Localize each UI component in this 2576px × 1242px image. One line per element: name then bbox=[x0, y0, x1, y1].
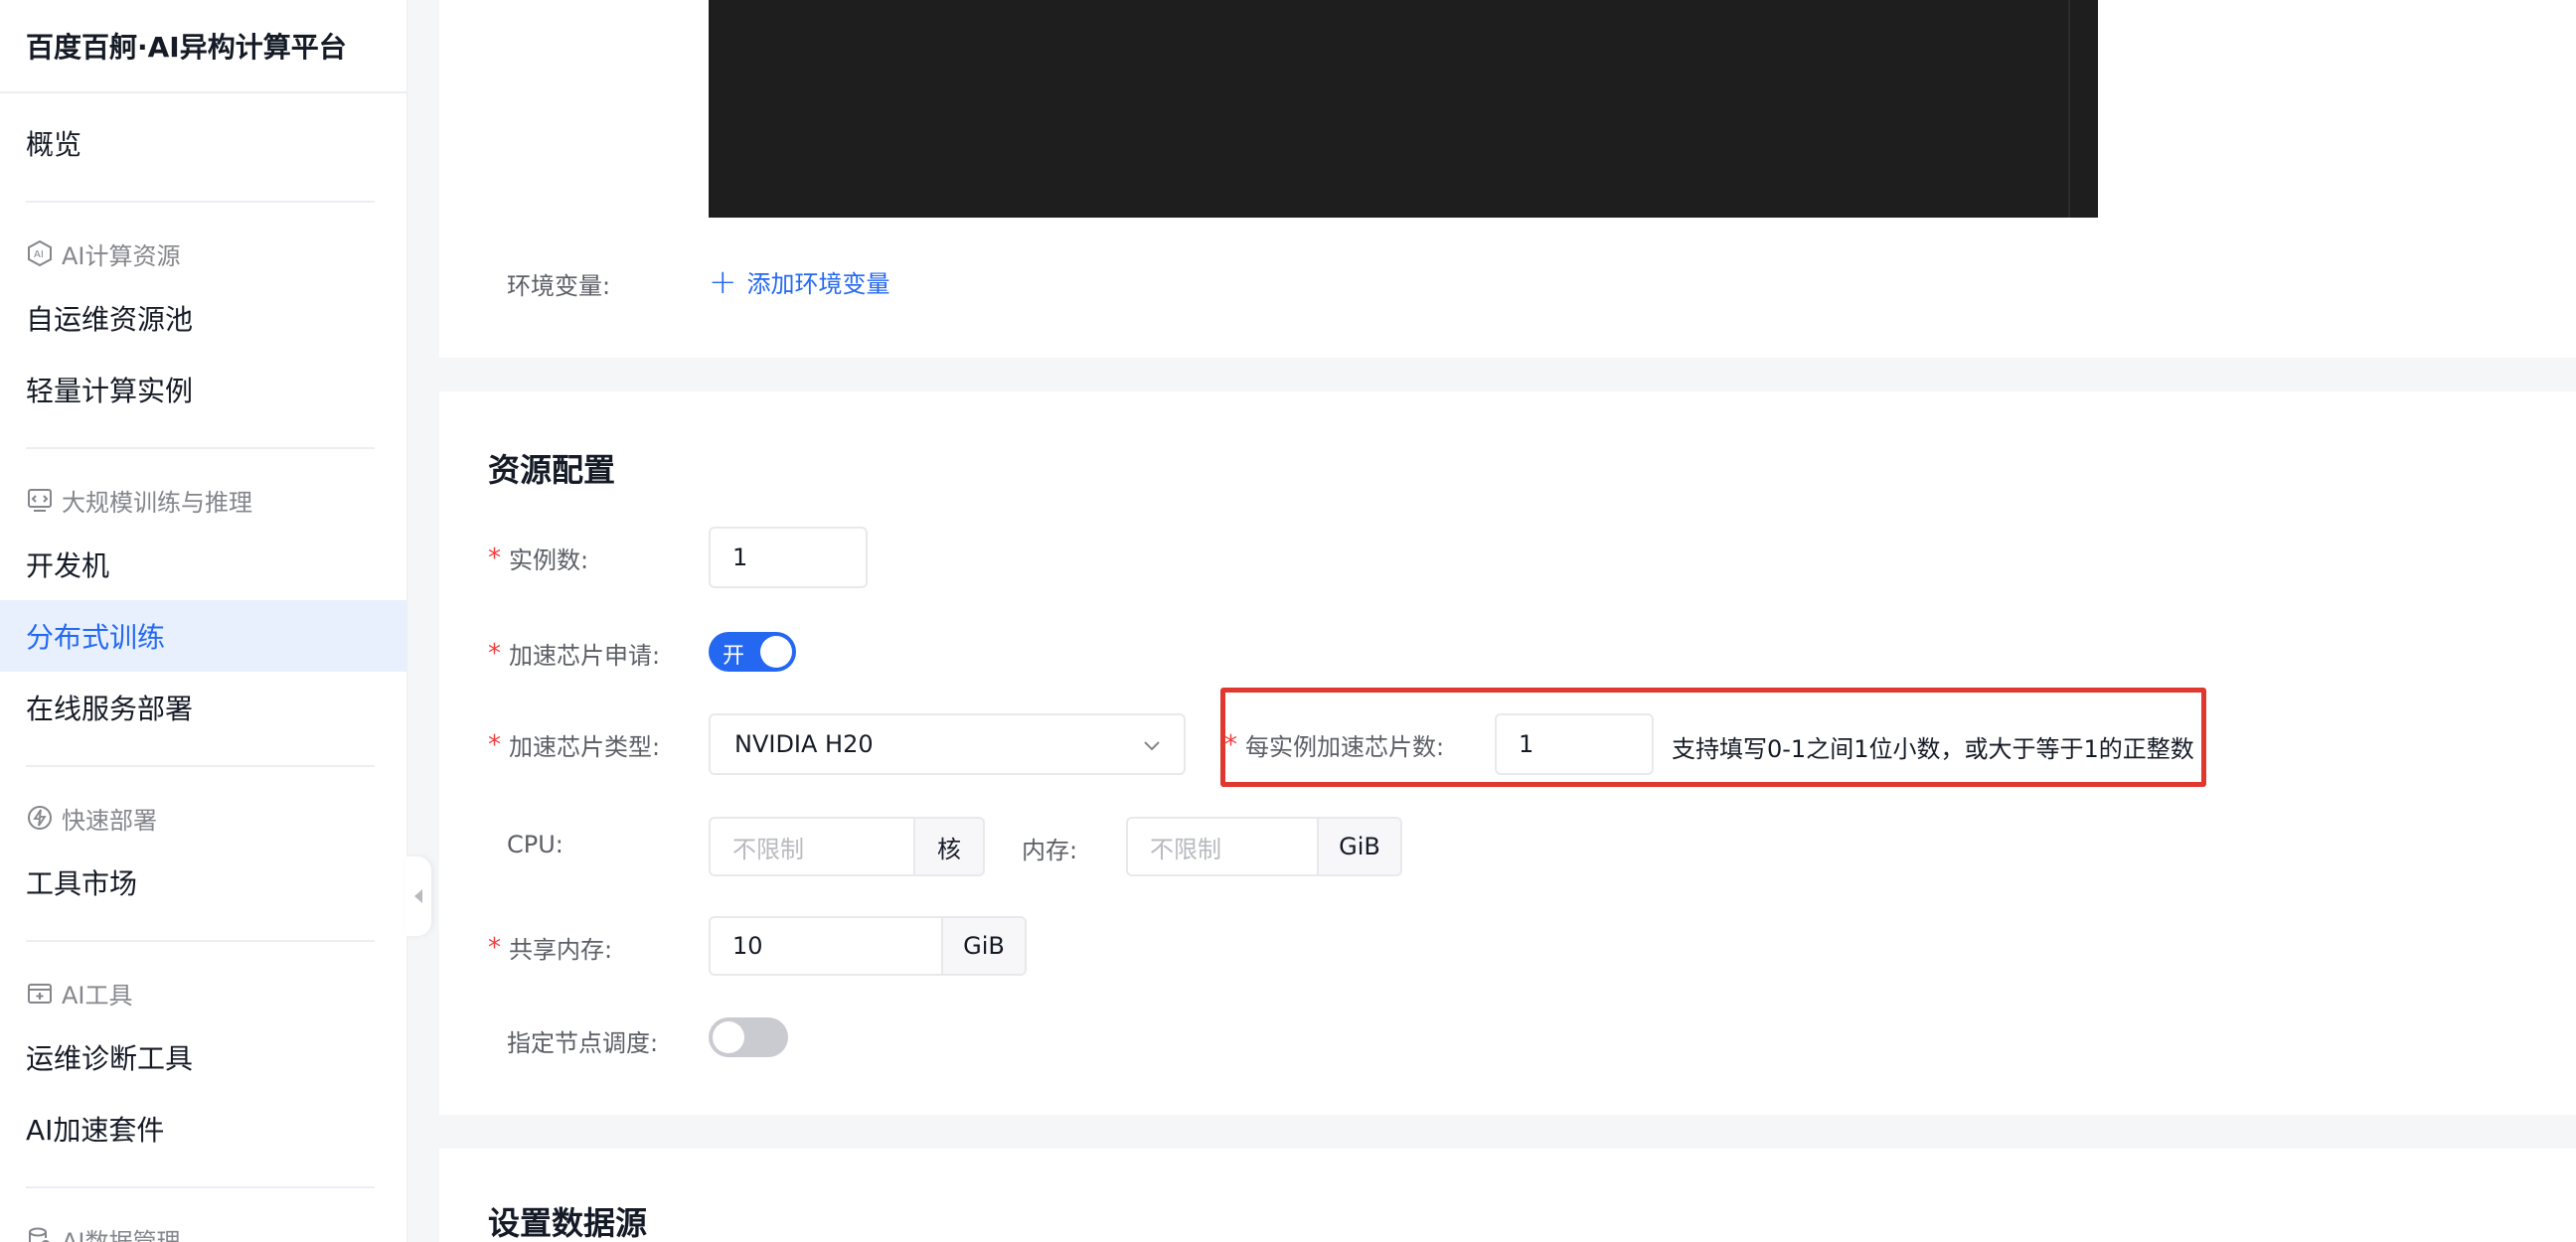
sidebar-item-online-service[interactable]: 在线服务部署 bbox=[0, 672, 406, 743]
cpu-input[interactable]: 不限制 bbox=[709, 817, 915, 876]
required-mark: * bbox=[488, 729, 501, 760]
lightning-icon bbox=[28, 806, 52, 830]
node-sched-label: 指定节点调度: bbox=[507, 1029, 659, 1057]
chip-request-switch[interactable]: 开 bbox=[709, 632, 796, 672]
editor-scrollbar[interactable] bbox=[2068, 0, 2070, 218]
add-env-var-link[interactable]: + 添加环境变量 bbox=[709, 264, 890, 299]
switch-on-text: 开 bbox=[723, 644, 745, 669]
database-gear-icon bbox=[29, 1227, 50, 1242]
add-env-var-text: 添加环境变量 bbox=[746, 270, 890, 298]
sidebar-divider bbox=[26, 940, 375, 942]
resource-config-card: 资源配置 * 实例数: 1 * 加速芯片申请: 开 * 加速芯片类型: NVID… bbox=[439, 391, 2576, 1115]
app-root: 百度百舸·AI异构计算平台 概览 AI AI计算资源 自运维资源池 轻量计算实例 bbox=[0, 0, 2576, 1242]
required-mark: * bbox=[488, 543, 501, 573]
instances-label-text: 实例数: bbox=[509, 546, 589, 574]
sidebar-group-label: 快速部署 bbox=[62, 806, 157, 835]
sidebar-divider bbox=[26, 447, 375, 449]
sidebar-group-label: AI数据管理 bbox=[62, 1227, 181, 1242]
sidebar-item-light[interactable]: 轻量计算实例 bbox=[0, 354, 406, 425]
svg-text:AI: AI bbox=[34, 249, 44, 260]
shm-unit: GiB bbox=[941, 916, 1027, 976]
sidebar-divider bbox=[26, 201, 375, 203]
resource-section-title: 资源配置 bbox=[488, 451, 616, 489]
sidebar-group-tools: AI工具 bbox=[0, 964, 406, 1021]
brand-title: 百度百舸·AI异构计算平台 bbox=[0, 0, 406, 93]
sidebar-group-train: 大规模训练与推理 bbox=[0, 471, 406, 529]
code-monitor-icon bbox=[28, 489, 52, 512]
shm-input[interactable]: 10 bbox=[709, 916, 943, 976]
sidebar-item-overview[interactable]: 概览 bbox=[0, 107, 406, 179]
instances-label: * 实例数: bbox=[488, 541, 588, 575]
memory-unit: GiB bbox=[1317, 817, 1402, 876]
toolbox-icon bbox=[28, 984, 52, 1004]
startup-command-card: 环境变量: + 添加环境变量 bbox=[439, 0, 2576, 358]
sidebar-group-data: AI数据管理 bbox=[0, 1210, 406, 1242]
per-instance-chips-hint: 支持填写0-1之间1位小数，或大于等于1的正整数 bbox=[1672, 735, 2194, 763]
per-instance-chips-input[interactable]: 1 bbox=[1495, 713, 1654, 775]
chevron-down-icon bbox=[1144, 741, 1160, 751]
switch-knob bbox=[760, 636, 792, 668]
sidebar-item-accel[interactable]: AI加速套件 bbox=[0, 1093, 406, 1164]
ai-chip-icon: AI bbox=[28, 239, 52, 267]
sidebar-item-dist-training[interactable]: 分布式训练 bbox=[0, 600, 406, 672]
instances-input[interactable]: 1 bbox=[709, 527, 868, 588]
datasource-section-title: 设置数据源 bbox=[488, 1204, 648, 1242]
sidebar-divider bbox=[26, 765, 375, 767]
sidebar-item-market[interactable]: 工具市场 bbox=[0, 847, 406, 918]
shm-label-text: 共享内存: bbox=[509, 936, 613, 964]
sidebar-divider bbox=[26, 1186, 375, 1188]
sidebar-item-pool[interactable]: 自运维资源池 bbox=[0, 282, 406, 354]
sidebar-group-label: AI计算资源 bbox=[62, 241, 181, 270]
switch-knob bbox=[713, 1021, 744, 1053]
sidebar-group-quick: 快速部署 bbox=[0, 789, 406, 847]
sidebar-group-label: AI工具 bbox=[62, 981, 133, 1009]
memory-input[interactable]: 不限制 bbox=[1126, 817, 1319, 876]
sidebar-nav: 概览 AI AI计算资源 自运维资源池 轻量计算实例 大规模训练与推理 开发机 … bbox=[0, 93, 406, 1242]
node-sched-switch[interactable] bbox=[709, 1017, 788, 1057]
sidebar-collapse-handle[interactable] bbox=[405, 856, 431, 936]
per-instance-chips-label-text: 每实例加速芯片数: bbox=[1245, 733, 1445, 761]
sidebar: 百度百舸·AI异构计算平台 概览 AI AI计算资源 自运维资源池 轻量计算实例 bbox=[0, 0, 407, 1242]
sidebar-group-compute: AI AI计算资源 bbox=[0, 225, 406, 282]
chip-request-label: * 加速芯片申请: bbox=[488, 636, 660, 671]
cpu-unit: 核 bbox=[913, 817, 985, 876]
chip-type-value: NVIDIA H20 bbox=[734, 730, 874, 758]
caret-left-icon bbox=[414, 889, 422, 903]
main-content: 环境变量: + 添加环境变量 资源配置 * 实例数: 1 * 加速芯片申请: 开 bbox=[439, 0, 2576, 1242]
datasource-card: 设置数据源 bbox=[439, 1149, 2576, 1242]
command-editor[interactable] bbox=[709, 0, 2098, 218]
required-mark: * bbox=[1224, 729, 1237, 760]
memory-label: 内存: bbox=[1022, 837, 1078, 864]
chip-type-label: * 加速芯片类型: bbox=[488, 727, 660, 762]
plus-icon: + bbox=[709, 261, 737, 302]
required-mark: * bbox=[488, 638, 501, 669]
chip-request-label-text: 加速芯片申请: bbox=[509, 642, 661, 670]
shm-label: * 共享内存: bbox=[488, 930, 612, 965]
env-label: 环境变量: bbox=[507, 272, 611, 300]
sidebar-item-diag[interactable]: 运维诊断工具 bbox=[0, 1021, 406, 1093]
sidebar-item-dev[interactable]: 开发机 bbox=[0, 529, 406, 600]
per-instance-chips-label: * 每实例加速芯片数: bbox=[1224, 727, 1444, 762]
chip-type-select[interactable]: NVIDIA H20 bbox=[709, 713, 1186, 775]
required-mark: * bbox=[488, 932, 501, 963]
cpu-label: CPU: bbox=[507, 831, 564, 858]
chip-type-label-text: 加速芯片类型: bbox=[509, 733, 661, 761]
sidebar-group-label: 大规模训练与推理 bbox=[62, 488, 252, 517]
